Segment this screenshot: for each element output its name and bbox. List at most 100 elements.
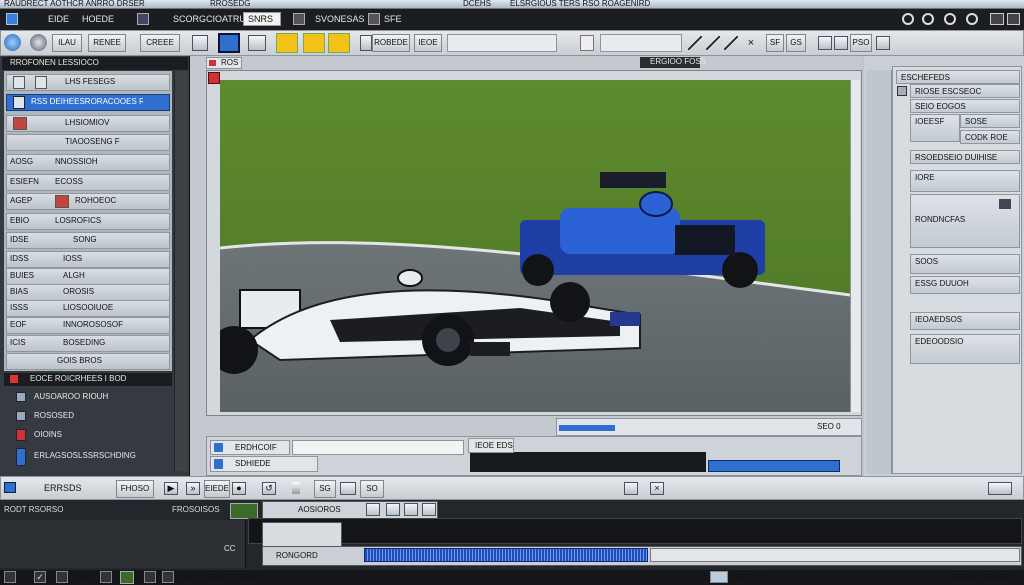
menu-item[interactable]: SNRS xyxy=(248,14,273,24)
list-item[interactable]: LHSIOMIOV xyxy=(6,115,170,132)
list-item[interactable]: GOIS BROS xyxy=(6,353,170,370)
right-panel-item[interactable]: RONDNCFAS xyxy=(910,194,1020,248)
forward-icon[interactable]: » xyxy=(186,482,200,495)
left-section-item[interactable]: ROSOSED xyxy=(6,409,172,424)
menu-icon[interactable] xyxy=(293,13,305,25)
toolbar-button[interactable]: CREEE xyxy=(140,34,180,52)
monitor-icon[interactable] xyxy=(340,482,356,495)
warning-icon[interactable] xyxy=(56,571,68,583)
menu-item[interactable]: SFE xyxy=(384,14,402,24)
select-icon[interactable] xyxy=(218,33,240,53)
pen-icon[interactable] xyxy=(688,36,702,50)
close-icon[interactable]: × xyxy=(744,36,758,50)
right-panel-item[interactable]: EDEOODSIO xyxy=(910,334,1020,364)
folder-icon[interactable] xyxy=(100,571,112,583)
transport-button[interactable]: EIEDE xyxy=(204,480,230,498)
list-item[interactable]: IDSE SONG xyxy=(6,232,170,249)
globe-icon[interactable] xyxy=(4,34,21,51)
snap-icon[interactable] xyxy=(624,482,638,495)
list-item[interactable]: BIAS OROSIS xyxy=(6,284,170,301)
highlight-tool-icon[interactable] xyxy=(303,33,325,53)
list-item[interactable]: AGEP ROHOEOC xyxy=(6,193,170,210)
doc-icon[interactable] xyxy=(360,35,372,51)
lock-icon[interactable] xyxy=(366,503,380,516)
list-item[interactable]: IDSS IOSS xyxy=(6,251,170,268)
right-panel-item[interactable]: RIOSE ESCSEOC xyxy=(897,84,1020,98)
menu-icon-file[interactable] xyxy=(6,13,18,25)
right-panel-item[interactable]: RSOEDSEIO DUIHISE xyxy=(910,150,1020,164)
network-icon[interactable] xyxy=(30,34,47,51)
list-item[interactable]: BUIES ALGH xyxy=(6,268,170,285)
list-item[interactable]: ISSS LIOSOOIUOE xyxy=(6,300,170,317)
layers-icon[interactable] xyxy=(248,35,266,51)
left-section-item[interactable]: ERLAGSOSLSSRSCHDING xyxy=(6,446,172,470)
solo-icon[interactable] xyxy=(422,503,436,516)
minimize-icon[interactable] xyxy=(990,13,1004,25)
check-icon[interactable]: ✓ xyxy=(34,571,46,583)
line-icon[interactable] xyxy=(724,36,738,50)
timeline-track[interactable] xyxy=(248,518,1022,544)
transport-button[interactable]: FHOSO xyxy=(116,480,154,498)
stop-icon[interactable] xyxy=(4,482,16,493)
globe-icon[interactable] xyxy=(922,13,934,25)
list-item-selected[interactable]: RSS DEIHEESRORACOOES RIOSEOCK xyxy=(6,94,170,111)
viewer-bottom-button[interactable]: IEOE EDS xyxy=(468,438,514,453)
viewer-close-icon[interactable] xyxy=(208,72,220,84)
clip-thumbnail[interactable] xyxy=(230,503,258,519)
transport-button[interactable]: SG xyxy=(314,480,336,498)
right-panel-item[interactable]: ESSG DUUOH xyxy=(910,276,1020,294)
viewer-input[interactable] xyxy=(292,440,464,455)
viewer-right-tab[interactable]: ERGIOO FOSS xyxy=(640,57,706,68)
viewer-progress[interactable]: SEO 0 xyxy=(556,418,862,436)
viewer-scrollbar-v[interactable] xyxy=(850,80,860,412)
right-panel-item[interactable]: SOSE xyxy=(960,114,1020,128)
toolbar-button[interactable]: RENEE xyxy=(88,34,126,52)
left-section-item[interactable]: AUSOAROO RIOUH xyxy=(6,390,172,405)
right-panel-item[interactable]: IEOAEDSOS xyxy=(910,312,1020,330)
menu-item[interactable]: SCORGCIOATRUS xyxy=(173,14,252,24)
right-panel-item[interactable]: IOEESF xyxy=(910,114,960,142)
list-item[interactable]: LHS FESEGS xyxy=(6,74,170,91)
cursor-icon[interactable] xyxy=(580,35,594,51)
help-icon[interactable] xyxy=(966,13,978,25)
image-icon[interactable] xyxy=(120,571,134,584)
toolbar-button[interactable]: IEOE xyxy=(414,34,442,52)
right-panel-item[interactable]: ESCHEFEDS xyxy=(896,70,1020,84)
grid-icon[interactable] xyxy=(192,35,208,51)
user-icon[interactable] xyxy=(944,13,956,25)
toolbar-button[interactable]: PSO xyxy=(850,34,872,52)
pencil-icon[interactable] xyxy=(706,36,720,50)
toolbar-button[interactable]: ROBEDE xyxy=(372,34,410,52)
loop-icon[interactable]: ↺ xyxy=(262,482,276,495)
list-item[interactable]: EBIO LOSROFICS xyxy=(6,213,170,230)
timeline-clip-field[interactable] xyxy=(262,522,342,548)
audio-waveform[interactable] xyxy=(364,548,648,562)
settings-icon[interactable] xyxy=(902,13,914,25)
left-panel-scrollbar[interactable] xyxy=(174,71,188,471)
record-icon[interactable]: ● xyxy=(232,482,246,495)
brush-icon[interactable] xyxy=(328,33,350,53)
close-icon[interactable] xyxy=(1007,13,1020,25)
right-panel-item[interactable]: SEIO EOGOS xyxy=(910,99,1020,113)
list-item[interactable]: EOF INNOROSOSOF xyxy=(6,317,170,334)
panel-icon[interactable] xyxy=(876,36,890,50)
close-icon[interactable]: × xyxy=(650,482,664,495)
right-panel-item[interactable]: CODK ROE xyxy=(960,130,1020,144)
expand-icon[interactable] xyxy=(988,482,1012,495)
list-item[interactable]: ESIEFN ECOSS xyxy=(6,174,170,191)
app-icon[interactable] xyxy=(4,571,16,583)
toolbar-field[interactable] xyxy=(600,34,682,52)
left-section-item[interactable]: OIOINS xyxy=(6,428,172,443)
toolbar-button[interactable]: SF xyxy=(766,34,784,52)
transport-button[interactable]: SO xyxy=(360,480,384,498)
timeline-scrollbar[interactable] xyxy=(650,548,1020,562)
text-field[interactable] xyxy=(447,34,557,52)
eye-icon[interactable] xyxy=(386,503,400,516)
viewer-highlight-bar[interactable] xyxy=(708,460,840,472)
list-item[interactable]: AOSG NNOSSIOH xyxy=(6,154,170,171)
menu-item[interactable]: HOEDE xyxy=(82,14,114,24)
grid-icon[interactable] xyxy=(162,571,174,583)
menu-icon[interactable] xyxy=(368,13,380,25)
list-item[interactable]: ICIS BOSEDING xyxy=(6,335,170,352)
menu-item[interactable]: SVONESAS xyxy=(315,14,365,24)
